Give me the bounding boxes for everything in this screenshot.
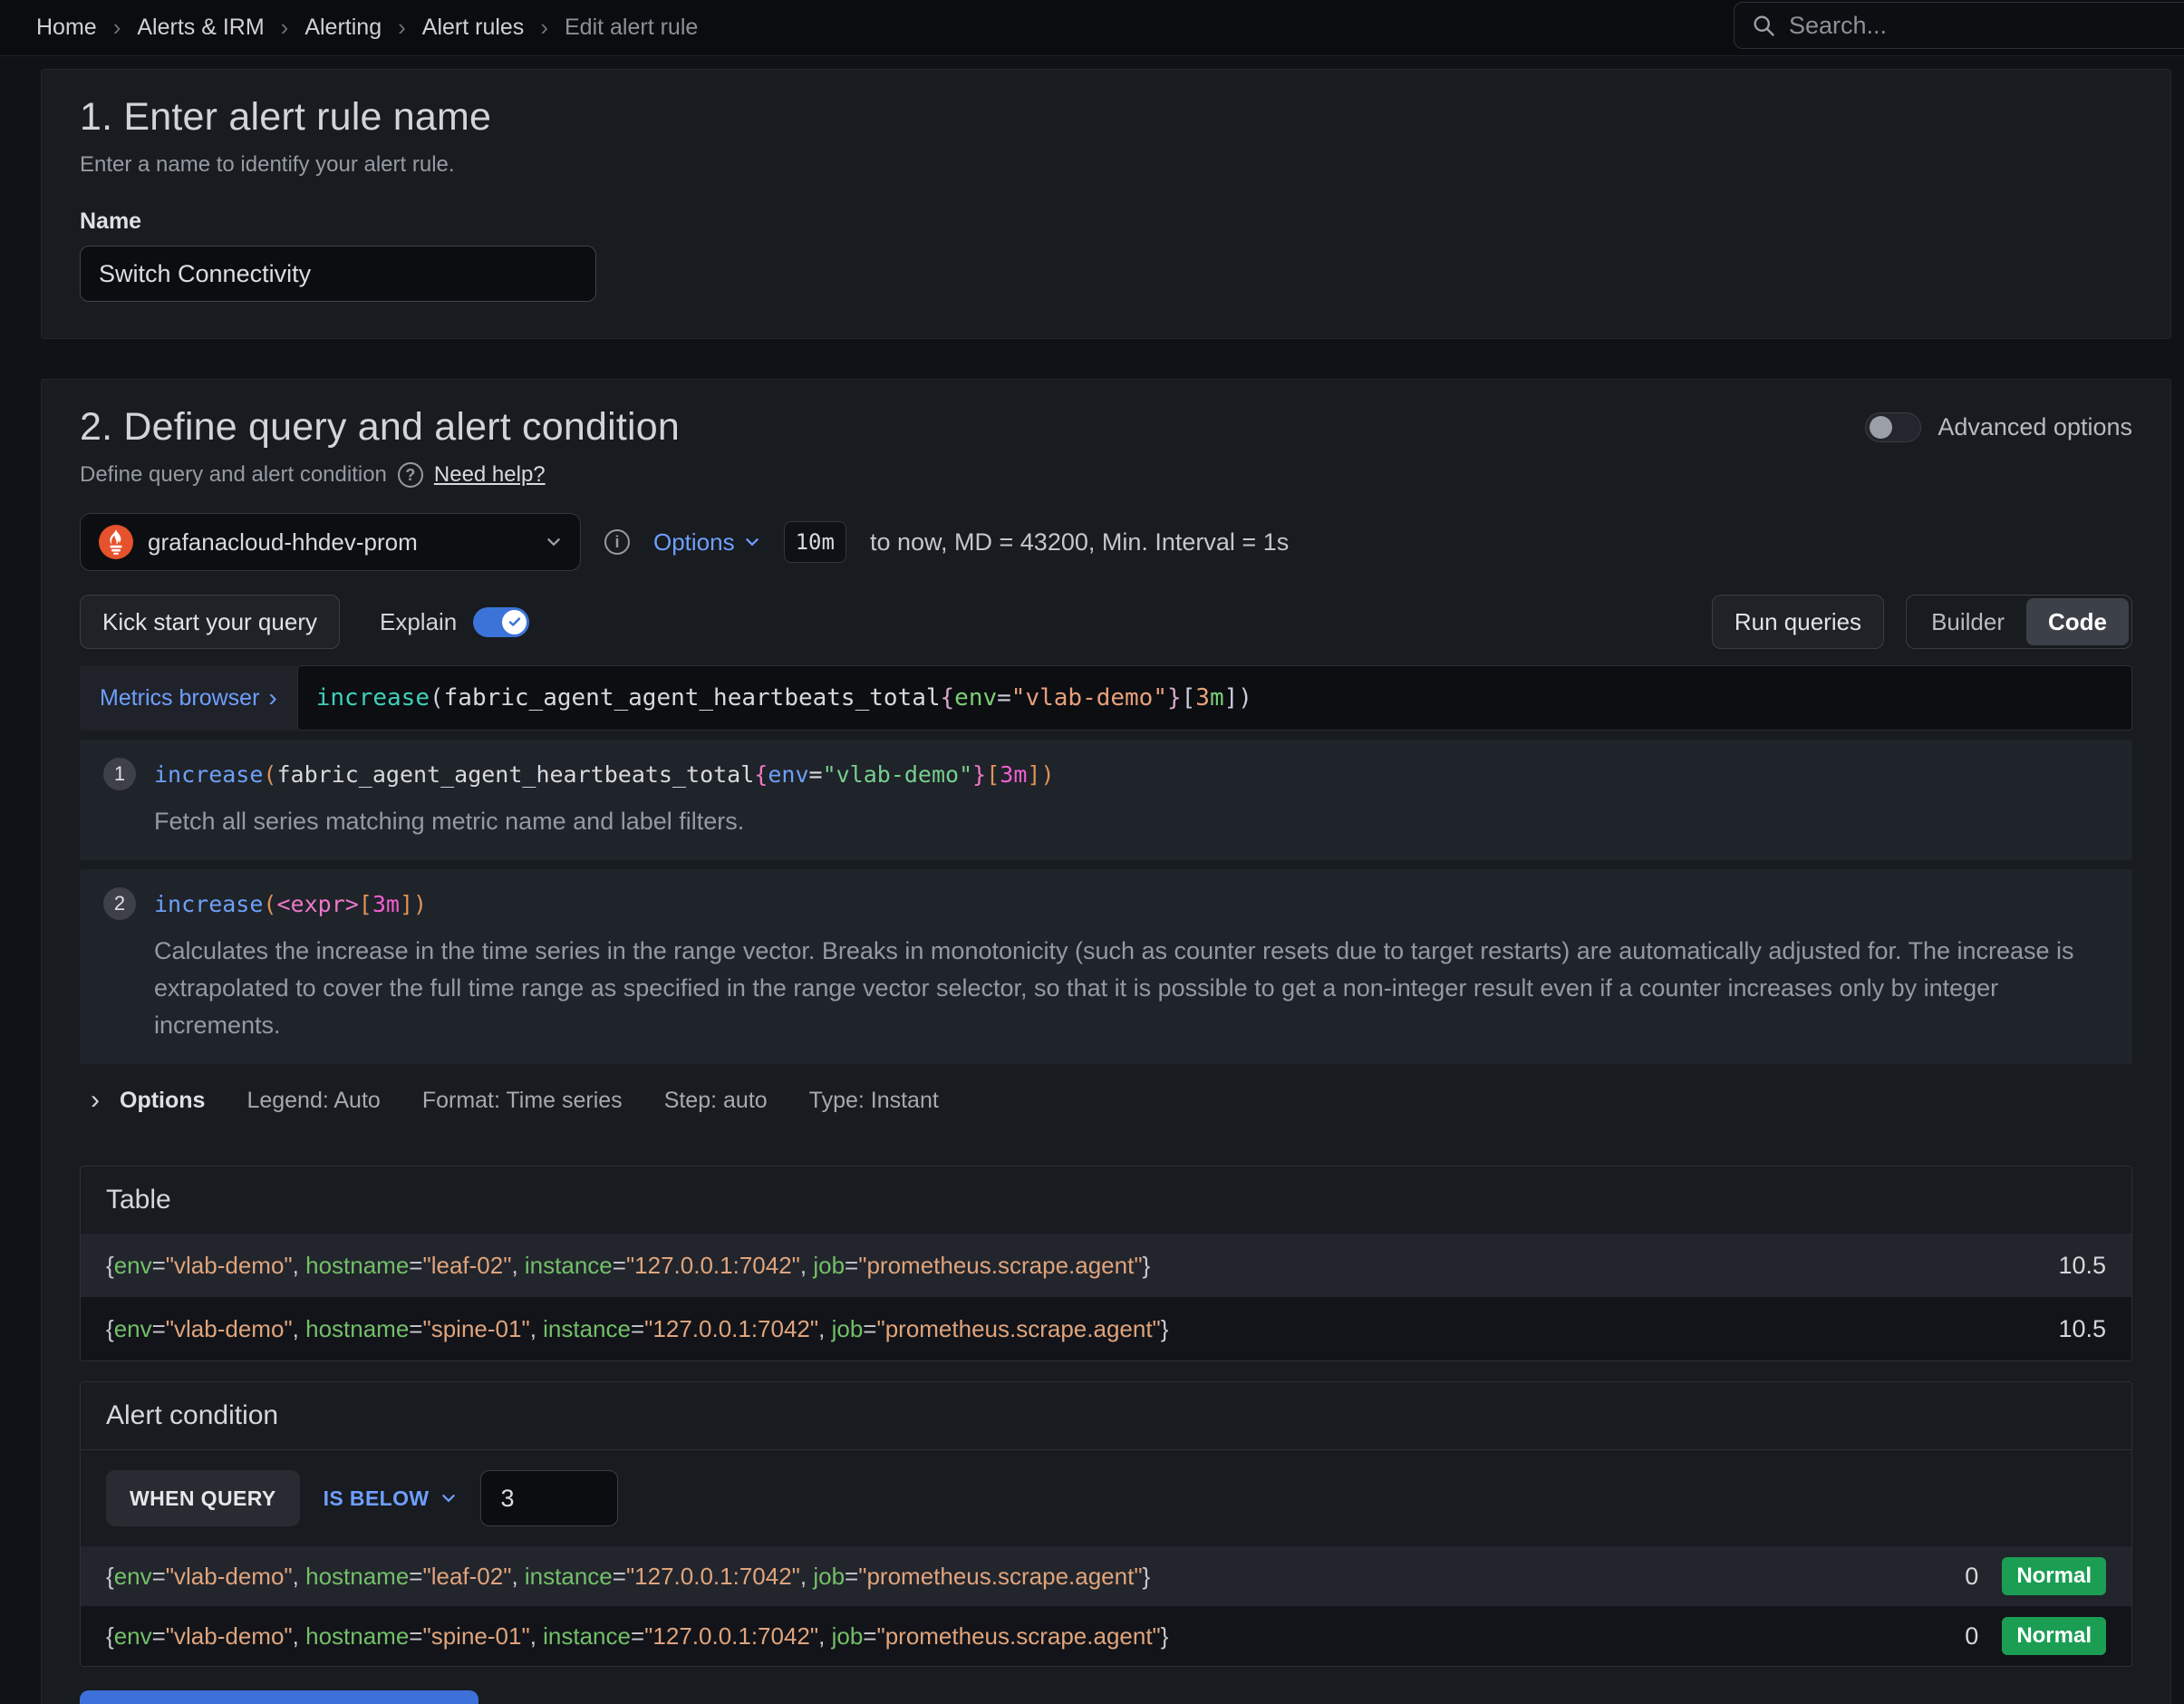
explain-row: 2 increase(<expr>[3m]) Calculates the in… [80,869,2132,1064]
series-labels: {env="vlab-demo", hostname="leaf-02", in… [106,1563,1150,1591]
step1-description: Enter a name to identify your alert rule… [80,152,2132,178]
breadcrumb-separator-icon: › [113,14,121,42]
builder-tab[interactable]: Builder [1909,598,2026,645]
state-badge: Normal [2002,1617,2106,1655]
series-value: 10.5 [2058,1315,2106,1343]
chevron-down-icon [546,534,562,550]
options-summary-item: Type: Instant [809,1088,939,1114]
explain-code: increase(fabric_agent_agent_heartbeats_t… [154,761,1055,788]
alert-rule-name-input[interactable] [80,246,596,302]
advanced-options-label: Advanced options [1938,413,2132,441]
step2-card: 2. Define query and alert condition Adva… [41,379,2171,1704]
table-row: {env="vlab-demo", hostname="spine-01", i… [81,1297,2131,1360]
need-help-link[interactable]: Need help? [434,462,546,488]
explain-label: Explain [380,608,457,636]
toggle-knob [1870,416,1892,439]
explain-toggle[interactable] [473,607,529,637]
step1-card: 1. Enter alert rule name Enter a name to… [41,69,2171,339]
chevron-right-icon: › [268,683,276,712]
breadcrumb-separator-icon: › [398,14,406,42]
check-icon [507,615,522,629]
query-options-row[interactable]: › Options Legend: Auto Format: Time serie… [80,1075,2132,1126]
metrics-browser-button[interactable]: Metrics browser › [80,665,297,731]
name-label: Name [80,208,2132,235]
table-panel: Table {env="vlab-demo", hostname="leaf-0… [80,1166,2132,1361]
alert-condition-title: Alert condition [81,1382,2131,1450]
help-circle-icon: ? [398,462,423,488]
options-summary-item: Legend: Auto [246,1088,380,1114]
series-value: 10.5 [2058,1252,2106,1280]
options-summary-item: Step: auto [664,1088,768,1114]
info-icon[interactable]: i [604,529,630,555]
series-labels: {env="vlab-demo", hostname="spine-01", i… [106,1315,1168,1343]
operator-label: IS BELOW [324,1486,430,1511]
table-panel-title: Table [81,1167,2131,1234]
options-summary: Legend: Auto Format: Time series Step: aut… [205,1088,938,1114]
options-label: Options [653,528,735,557]
breadcrumb-item[interactable]: Alerting [304,15,382,41]
series-value: 0 [1965,1563,1978,1591]
options-summary-item: Format: Time series [422,1088,623,1114]
options-row-label: Options [120,1088,205,1114]
step2-subtitle: Define query and alert condition [80,462,387,488]
range-summary: to now, MD = 43200, Min. Interval = 1s [870,528,1289,557]
threshold-input[interactable] [480,1470,618,1526]
alert-condition-rows: {env="vlab-demo", hostname="leaf-02", in… [81,1546,2131,1666]
explain-description: Calculates the increase in the time seri… [154,933,2109,1044]
breadcrumb-separator-icon: › [281,14,289,42]
page-content: 1. Enter alert rule name Enter a name to… [0,56,2184,1704]
step2-title: 2. Define query and alert condition [80,405,680,450]
interval-pill[interactable]: 10m [784,521,846,563]
toggle-knob [502,610,527,634]
search-icon [1751,13,1776,38]
datasource-name: grafanacloud-hhdev-prom [148,528,418,557]
top-navbar: Home › Alerts & IRM › Alerting › Alert rules › E… [0,0,2184,56]
chevron-right-icon: › [91,1085,100,1116]
search-box[interactable] [1734,2,2184,49]
state-badge: Normal [2002,1557,2106,1595]
series-labels: {env="vlab-demo", hostname="spine-01", i… [106,1622,1168,1651]
alert-instance-row: {env="vlab-demo", hostname="spine-01", i… [81,1606,2131,1666]
chevron-down-icon [440,1490,457,1506]
preview-alert-rule-button[interactable]: Preview alert rule condition [80,1690,478,1704]
step1-title: 1. Enter alert rule name [80,95,2132,140]
explain-step-number: 2 [103,887,136,920]
query-options-dropdown[interactable]: Options [653,528,760,557]
alert-instance-row: {env="vlab-demo", hostname="leaf-02", in… [81,1546,2131,1606]
operator-dropdown[interactable]: IS BELOW [324,1486,457,1511]
breadcrumb-separator-icon: › [540,14,548,42]
explain-row: 1 increase(fabric_agent_agent_heartbeats… [80,740,2132,860]
when-query-button[interactable]: WHEN QUERY [106,1470,300,1526]
breadcrumb: Home › Alerts & IRM › Alerting › Alert rules › E… [36,14,698,42]
builder-code-segmented: Builder Code [1906,595,2132,649]
explain-code: increase(<expr>[3m]) [154,891,427,917]
series-labels: {env="vlab-demo", hostname="leaf-02", in… [106,1252,1150,1280]
search-input[interactable] [1789,12,2133,40]
breadcrumb-item[interactable]: Alerts & IRM [137,15,264,41]
breadcrumb-item: Edit alert rule [565,15,698,41]
metrics-browser-label: Metrics browser [100,685,259,712]
advanced-options-toggle[interactable] [1865,412,1921,442]
series-value: 0 [1965,1622,1978,1651]
explain-step-number: 1 [103,758,136,790]
query-expression-input[interactable]: increase(fabric_agent_agent_heartbeats_t… [297,665,2132,731]
code-tab[interactable]: Code [2026,598,2129,645]
run-queries-button[interactable]: Run queries [1712,595,1884,649]
table-row: {env="vlab-demo", hostname="leaf-02", in… [81,1234,2131,1297]
alert-condition-panel: Alert condition WHEN QUERY IS BELOW {env… [80,1381,2132,1667]
chevron-down-icon [744,534,760,550]
explain-description: Fetch all series matching metric name an… [154,803,2109,840]
breadcrumb-item[interactable]: Home [36,15,97,41]
breadcrumb-item[interactable]: Alert rules [422,15,525,41]
kick-start-query-button[interactable]: Kick start your query [80,595,340,649]
query-expression: increase(fabric_agent_agent_heartbeats_t… [316,684,1252,712]
prometheus-icon [99,525,133,559]
table-rows: {env="vlab-demo", hostname="leaf-02", in… [81,1234,2131,1360]
datasource-picker[interactable]: grafanacloud-hhdev-prom [80,513,581,571]
